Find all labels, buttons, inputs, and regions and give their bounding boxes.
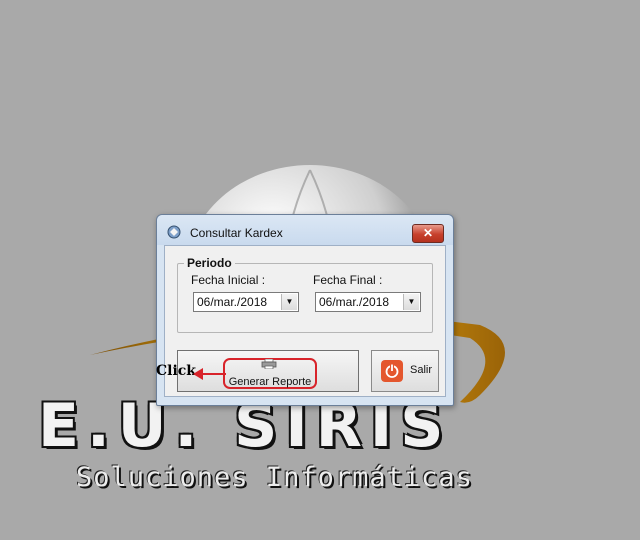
period-group-title: Periodo [184,256,235,270]
start-date-picker[interactable]: 06/mar./2018 ▼ [193,292,299,312]
end-date-label: Fecha Final : [313,273,383,287]
start-date-value: 06/mar./2018 [197,295,268,309]
printer-icon [261,359,277,369]
chevron-down-icon[interactable]: ▼ [403,294,419,310]
exit-label: Salir [410,364,433,376]
start-date-label: Fecha Inicial : [191,273,266,287]
click-annotation-label: Click [156,363,197,379]
close-icon: ✕ [422,226,434,240]
end-date-picker[interactable]: 06/mar./2018 ▼ [315,292,421,312]
dialog-title: Consultar Kardex [190,226,283,240]
kardex-app-icon [167,225,181,239]
chevron-down-icon[interactable]: ▼ [281,294,297,310]
company-tagline: Soluciones Informáticas [76,462,473,493]
power-icon [381,360,403,382]
click-arrow-icon [193,368,226,380]
generate-report-label: Generar Reporte [228,376,312,388]
end-date-value: 06/mar./2018 [319,295,390,309]
close-button[interactable]: ✕ [412,224,444,243]
dialog-titlebar[interactable]: Consultar Kardex ✕ [157,215,453,245]
exit-button[interactable]: Salir [371,350,439,392]
period-groupbox: Periodo Fecha Inicial : 06/mar./2018 ▼ F… [177,256,433,333]
